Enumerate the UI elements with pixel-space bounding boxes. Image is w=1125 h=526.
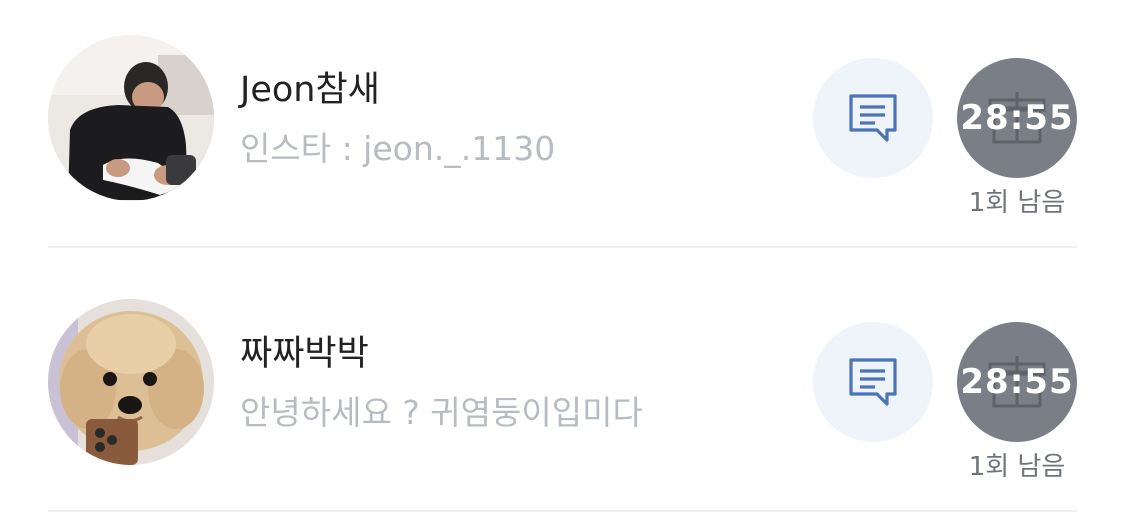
person-photo <box>48 35 214 201</box>
message-button[interactable] <box>813 58 933 178</box>
list-item[interactable]: Jeon참새 인스타 : jeon._.1130 28:55 1회 남음 <box>0 0 1125 264</box>
remaining-count: 1회 남음 <box>968 452 1066 482</box>
divider <box>48 246 1077 248</box>
avatar[interactable] <box>48 299 214 465</box>
dog-photo <box>48 299 214 465</box>
message-button[interactable] <box>813 322 933 442</box>
remaining-count: 1회 남음 <box>968 188 1066 218</box>
timer-countdown: 28:55 <box>960 98 1074 138</box>
message-icon <box>849 358 897 406</box>
user-list: Jeon참새 인스타 : jeon._.1130 28:55 1회 남음 짜짜박… <box>0 0 1125 526</box>
message-icon <box>849 94 897 142</box>
user-bio: 안녕하세요 ? 귀염둥이입미다 <box>240 393 643 432</box>
user-bio: 인스타 : jeon._.1130 <box>240 129 556 168</box>
gift-timer-button[interactable]: 28:55 <box>957 322 1077 442</box>
gift-timer-button[interactable]: 28:55 <box>957 58 1077 178</box>
user-name: Jeon참새 <box>240 70 380 110</box>
avatar[interactable] <box>48 35 214 201</box>
divider <box>48 510 1077 512</box>
list-item[interactable]: 짜짜박박 안녕하세요 ? 귀염둥이입미다 28:55 1회 남음 <box>0 264 1125 526</box>
user-name: 짜짜박박 <box>240 334 369 374</box>
timer-countdown: 28:55 <box>960 362 1074 402</box>
